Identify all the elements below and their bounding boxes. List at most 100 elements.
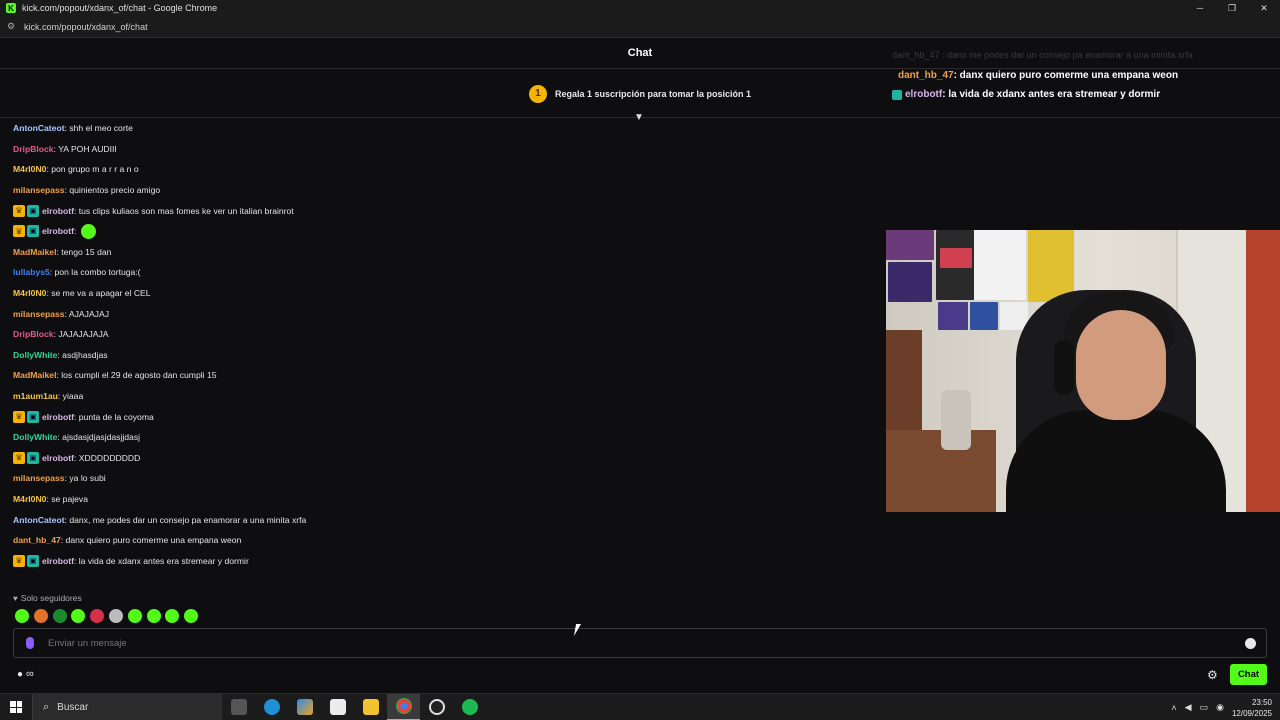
emote-icon[interactable] [127,608,142,623]
emote-icon[interactable] [52,608,67,623]
chrome-icon[interactable] [387,693,420,720]
chat-footer-left[interactable]: ● ∞ [17,666,34,682]
emoji-picker-icon[interactable] [1245,638,1256,649]
emote-icon[interactable] [165,608,180,623]
chat-username[interactable]: DollyWhite [13,432,57,442]
quick-emote-bar[interactable] [15,607,203,624]
chat-username[interactable]: milansepass [13,473,65,483]
chat-username[interactable]: DripBlock [13,144,54,154]
restore-icon[interactable]: ❐ [1216,0,1248,16]
chat-message-text: : ajsdasjdjasjdasjjdasj [57,432,141,443]
gear-icon[interactable]: ⚙ [1207,668,1218,682]
chat-username[interactable]: AntonCateot [13,515,65,525]
clock[interactable]: 23:50 12/09/2025 [1232,697,1272,719]
chat-message-text: : AJAJAJAJ [64,308,110,319]
chat-message-text: : danx quiero puro comerme una empana we… [60,535,242,546]
chat-message-text: : se pajeva [46,493,89,504]
taskbar-search[interactable]: ⌕ Buscar [32,693,222,720]
chat-username[interactable]: AntonCateot [13,123,65,133]
chat-username[interactable]: DripBlock [13,329,54,339]
chat-message: MadMaikel: tengo 15 dan [13,242,873,263]
edge-icon[interactable] [255,694,288,720]
chat-message-text: : [73,226,77,237]
chat-message-text: : quinientos precio amigo [64,185,161,196]
chat-username[interactable]: elrobotf [42,226,74,236]
chat-username[interactable]: MadMaikel [13,247,56,257]
chat-message: AntonCateot: danx, me podes dar un conse… [13,509,873,530]
chat-message: ♛ ▣ elrobotf: punta de la coyoma [13,406,873,427]
emote-icon[interactable] [15,608,29,623]
crown-badge-icon: ♛ [13,410,25,423]
bot-badge-icon: ▣ [27,451,39,464]
emote-icon[interactable] [90,608,105,623]
chat-message: M4rI0N0: se pajeva [13,489,873,510]
close-icon[interactable]: ✕ [1248,0,1280,16]
message-input[interactable] [48,637,1148,649]
chat-username[interactable]: M4rI0N0 [13,288,46,298]
minimize-icon[interactable]: ─ [1184,0,1216,16]
file-explorer-icon[interactable] [354,694,387,720]
bot-badge-icon: ▣ [27,554,39,567]
chat-message-text: : JAJAJAJAJA [53,329,109,340]
chat-username[interactable]: elrobotf [42,412,74,422]
emote-icon [81,223,97,239]
overlay-line: dant_hb_47 : danx quiero puro comerme un… [892,66,1280,85]
chat-username[interactable]: M4rI0N0 [13,164,46,174]
address-bar[interactable]: ⚙ kick.com/popout/xdanx_of/chat [0,16,1280,38]
chat-username[interactable]: elrobotf [42,556,74,566]
chat-message: DollyWhite: ajsdasjdjasjdasjjdasj [13,427,873,448]
chat-username[interactable]: lullabys5 [13,267,50,277]
search-icon: ⌕ [43,700,50,713]
crown-badge-icon: ♛ [13,225,25,238]
chat-message: DollyWhite: asdjhasdjas [13,345,873,366]
emote-icon[interactable] [108,608,123,623]
emote-icon[interactable] [184,608,199,623]
chat-username[interactable]: DollyWhite [13,350,57,360]
steam-icon[interactable]: ◉ [1216,702,1224,713]
message-input-box[interactable] [13,628,1267,658]
crown-badge-icon: ♛ [13,554,25,567]
overlay-username: elrobotf [905,89,943,100]
chat-username[interactable]: elrobotf [42,453,74,463]
chat-message-list[interactable]: AntonCateot: shh el meo corte DripBlock: … [13,118,873,592]
store-icon[interactable] [321,694,354,720]
overlay-line: elrobotf : la vida de xdanx antes era st… [892,85,1280,104]
emote-icon[interactable] [71,608,86,623]
points-icon[interactable]: ● [17,669,23,680]
chat-username[interactable]: m1aum1au [13,391,58,401]
chat-message: ♛ ▣ elrobotf: tus clips kuliaos son mas fo… [13,200,873,221]
task-view-icon[interactable] [222,694,255,720]
chat-username[interactable]: M4rI0N0 [13,494,46,504]
browser-title-bar: K kick.com/popout/xdanx_of/chat - Google… [0,0,1280,16]
chat-username[interactable]: elrobotf [42,206,74,216]
overlay-message: : la vida de xdanx antes era stremear y … [942,89,1161,100]
chat-title: Chat [627,47,653,59]
emote-icon[interactable] [33,608,48,623]
obs-icon[interactable] [420,694,453,720]
copilot-icon[interactable] [288,694,321,720]
bot-badge-icon: ▣ [27,204,39,217]
site-settings-icon[interactable]: ⚙ [7,21,17,32]
chat-username[interactable]: milansepass [13,309,65,319]
chevron-up-icon[interactable]: ˄ [1171,703,1176,713]
microphone-icon[interactable] [26,637,34,649]
emote-icon[interactable] [146,608,161,623]
chat-username[interactable]: MadMaikel [13,370,56,380]
spotify-icon[interactable] [453,694,486,720]
heart-icon: ♥ [13,593,18,603]
chat-username[interactable]: dant_hb_47 [13,535,61,545]
network-icon[interactable]: ▭ [1200,702,1209,713]
volume-icon[interactable]: ◀ [1185,702,1192,713]
followers-only-notice: ♥ Solo seguidores [13,592,82,604]
send-chat-button[interactable]: Chat [1230,664,1267,685]
chat-message: dant_hb_47: danx quiero puro comerme una… [13,530,873,551]
chat-message-text: : se me va a apagar el CEL [46,288,151,299]
url-text[interactable]: kick.com/popout/xdanx_of/chat [24,22,148,32]
windows-taskbar: ⌕ Buscar ˄ ◀ ▭ ◉ 23:50 12/09/2025 [0,693,1280,720]
chat-message: milansepass: ya lo subi [13,468,873,489]
chat-username[interactable]: milansepass [13,185,65,195]
start-button[interactable] [0,694,32,720]
chat-message: m1aum1au: yiaaa [13,386,873,407]
infinity-icon[interactable]: ∞ [26,668,34,680]
chat-message-text: : danx, me podes dar un consejo pa enamo… [64,514,307,525]
